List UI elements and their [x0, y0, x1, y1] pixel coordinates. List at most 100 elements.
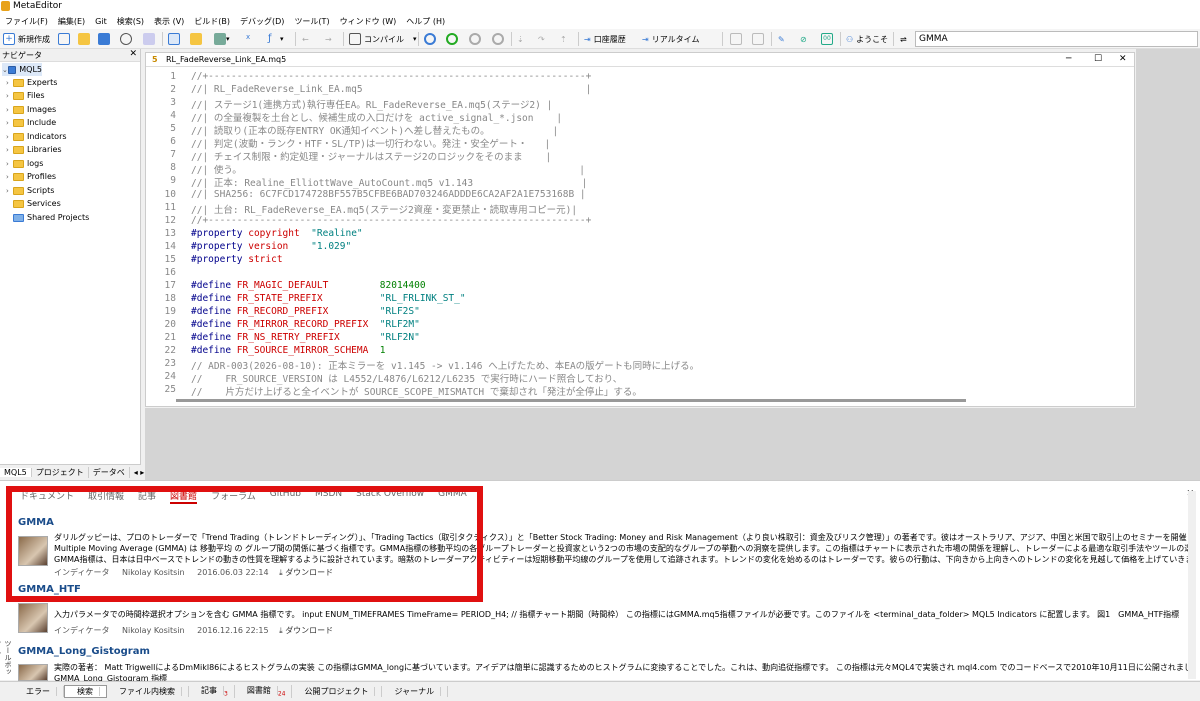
close-icon[interactable]: ✕	[1119, 54, 1127, 64]
menu-debug[interactable]: デバッグ(D)	[235, 16, 289, 27]
tree-item-include[interactable]: › Include	[6, 116, 56, 129]
tree-item-files[interactable]: › Files	[6, 89, 45, 102]
stamp-button[interactable]: ▾	[214, 32, 230, 46]
tab-library[interactable]: 図書館 24	[235, 685, 293, 698]
debug-history-icon	[424, 33, 436, 45]
code-value: "RLF2S"	[379, 305, 420, 317]
menu-file[interactable]: ファイル(F)	[0, 16, 53, 27]
tree-root-mql5[interactable]: ⌄ MQL5	[2, 63, 42, 76]
tree-item-services[interactable]: Services	[13, 197, 61, 210]
tab-projects[interactable]: プロジェクト	[32, 466, 89, 478]
download-icon: ⤓	[279, 626, 283, 635]
code-line: //| 判定(波動・ランク・HTF・SL/TP)は一切行わない。発注・安全ゲート…	[191, 139, 551, 151]
badge-count: 24	[277, 690, 286, 698]
menu-git[interactable]: Git	[90, 17, 112, 26]
tab-mql5[interactable]: MQL5	[0, 467, 32, 477]
compile-button[interactable]: コンパイル ▾	[349, 32, 417, 46]
line-number: 19	[164, 305, 176, 317]
ruler-button[interactable]: ⊘	[800, 32, 807, 46]
editor-tab[interactable]: 5 RL_FadeReverse_Link_EA.mq5 ─ ☐ ✕	[146, 53, 1134, 67]
horizontal-scrollbar[interactable]	[176, 399, 966, 402]
tree-item-images[interactable]: › Images	[6, 103, 56, 116]
history-label: 口座履歴	[593, 34, 626, 44]
pause-icon	[469, 33, 481, 45]
realtime-button[interactable]: ⇥ リアルタイム	[642, 32, 699, 46]
tree-item-shared-projects[interactable]: Shared Projects	[13, 211, 89, 224]
vertical-scrollbar[interactable]	[1128, 67, 1134, 397]
new-button[interactable]: + 新規作成	[3, 32, 50, 46]
menu-window[interactable]: ウィンドウ (W)	[335, 16, 402, 27]
paste-button[interactable]	[752, 32, 764, 46]
menu-help[interactable]: ヘルプ (H)	[401, 16, 450, 27]
magic-button[interactable]	[143, 32, 155, 46]
download-button[interactable]: ⤓ ダウンロード	[279, 626, 333, 635]
code-value: 82014400	[379, 279, 426, 291]
step-into-icon: ⇣	[517, 34, 524, 44]
search-input[interactable]: GMMA	[915, 31, 1198, 47]
welcome-button[interactable]: ⚇ ようこそ	[846, 32, 888, 46]
debug-history-button[interactable]	[424, 32, 436, 46]
minimize-icon[interactable]: ─	[1066, 54, 1071, 64]
tree-item-profiles[interactable]: › Profiles	[6, 170, 56, 183]
chevron-right-icon: ›	[6, 172, 9, 181]
tab-database[interactable]: データベ	[89, 466, 130, 478]
menu-search[interactable]: 検索(S)	[112, 16, 149, 27]
tree-item-logs[interactable]: › logs	[6, 157, 43, 170]
function-button[interactable]: ƒ ▾	[268, 32, 284, 46]
code-line: #define FR_MAGIC_DEFAULT 82014400	[191, 280, 426, 291]
menu-view[interactable]: 表示 (V)	[149, 16, 189, 27]
back-button[interactable]: ←	[302, 32, 309, 46]
tab-search-in-files[interactable]: ファイル内検索	[107, 686, 189, 697]
code-area[interactable]: 1 //+------------------------------------…	[146, 71, 1131, 398]
pause-button[interactable]	[469, 32, 481, 46]
step-out-button[interactable]: ⇡	[560, 32, 567, 46]
tree-item-experts[interactable]: › Experts	[6, 76, 57, 89]
code-line: //+-------------------------------------…	[191, 214, 592, 226]
history-button[interactable]: ⇥ 口座履歴	[584, 32, 626, 46]
step-into-button[interactable]: ⇣	[517, 32, 524, 46]
stop-button[interactable]	[492, 32, 504, 46]
folder-icon	[13, 213, 24, 222]
step-over-button[interactable]: ↷	[538, 32, 545, 46]
line-number: 14	[164, 240, 176, 252]
code-value: "RLF2M"	[379, 319, 420, 330]
tree-item-libraries[interactable]: › Libraries	[6, 143, 62, 156]
maximize-icon[interactable]: ☐	[1094, 54, 1102, 64]
download-button[interactable]	[120, 32, 132, 46]
toolbox-toggle-button[interactable]	[190, 32, 202, 46]
pen-icon: ✎	[778, 34, 785, 44]
tree-item-scripts[interactable]: › Scripts	[6, 184, 54, 197]
line-number: 17	[164, 279, 176, 291]
result-category: インディケータ	[54, 626, 110, 635]
tab-articles[interactable]: 記事 3	[189, 685, 235, 698]
toolbox-scrollbar[interactable]	[1188, 491, 1196, 679]
result-title[interactable]: GMMA_Long_Gistogram	[18, 646, 150, 657]
tab-errors[interactable]: エラー	[14, 686, 64, 697]
search-options-button[interactable]: ⇌	[900, 32, 907, 46]
tab-search[interactable]: 検索	[64, 685, 107, 698]
line-number: 11	[164, 201, 176, 213]
line-number: 12	[164, 214, 176, 226]
add-file-button[interactable]	[58, 32, 70, 46]
tree-item-indicators[interactable]: › Indicators	[6, 130, 67, 143]
pen-button[interactable]: ✎	[778, 32, 785, 46]
forward-button[interactable]: →	[325, 32, 332, 46]
copy-button[interactable]	[730, 32, 742, 46]
tab-journal[interactable]: ジャーナル	[382, 686, 449, 697]
menu-tools[interactable]: ツール(T)	[289, 16, 334, 27]
chevron-down-icon[interactable]: ▾	[413, 35, 417, 43]
counter-button[interactable]: 00	[821, 32, 833, 46]
close-icon[interactable]: ✕	[129, 49, 137, 59]
counter-icon: 00	[821, 33, 833, 45]
menu-edit[interactable]: 編集(E)	[53, 16, 90, 27]
navigator-toggle-button[interactable]	[168, 32, 180, 46]
code-editor-window: 5 RL_FadeReverse_Link_EA.mq5 ─ ☐ ✕ 1 //+-…	[145, 52, 1135, 407]
menu-build[interactable]: ビルド(B)	[189, 16, 235, 27]
code-identifier: strict	[248, 253, 283, 265]
tab-public-projects[interactable]: 公開プロジェクト	[292, 686, 383, 697]
open-folder-button[interactable]	[78, 32, 90, 46]
debug-start-button[interactable]	[446, 32, 458, 46]
line-number: 5	[170, 123, 176, 135]
save-button[interactable]	[98, 32, 110, 46]
var-button[interactable]: x	[246, 32, 258, 46]
